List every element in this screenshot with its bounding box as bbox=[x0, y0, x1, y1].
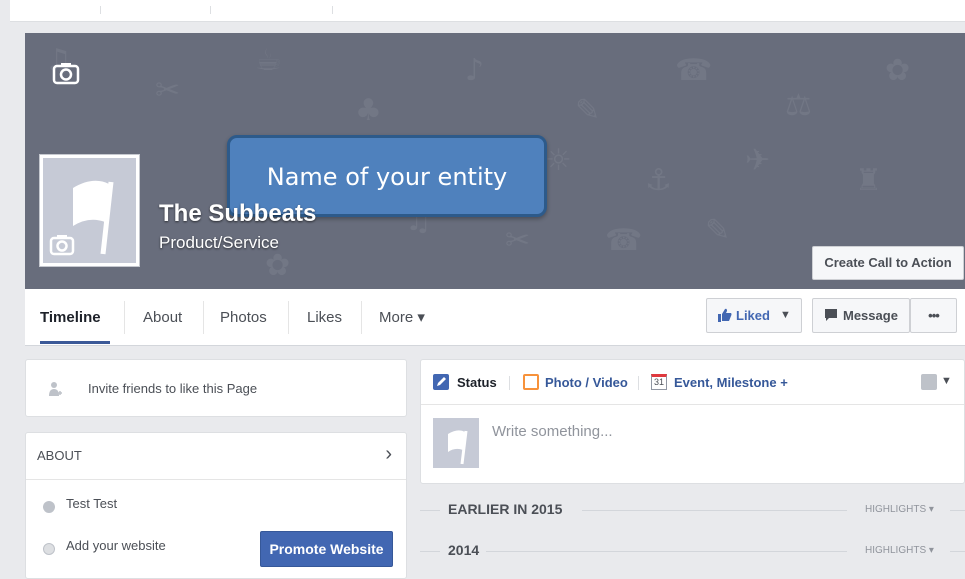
pattern-icon: ✈ bbox=[745, 143, 771, 178]
top-strip bbox=[10, 0, 965, 22]
pattern-icon: ♣ bbox=[355, 93, 382, 128]
timeline-section-earlier-2015[interactable]: EARLIER IN 2015 HIGHLIGHTS ▾ bbox=[420, 500, 965, 520]
photo-icon bbox=[523, 374, 539, 390]
pattern-icon: ♜ bbox=[855, 163, 882, 198]
chevron-down-icon: ▼ bbox=[780, 309, 791, 321]
tab-photo-video[interactable]: Photo / Video bbox=[545, 375, 628, 390]
tab-divider bbox=[288, 301, 289, 334]
pattern-icon: ☕ bbox=[255, 43, 282, 78]
tab-event-milestone[interactable]: Event, Milestone + bbox=[674, 375, 788, 390]
composer-divider bbox=[509, 376, 510, 390]
add-friend-icon bbox=[49, 382, 62, 396]
top-strip-divider bbox=[100, 6, 101, 14]
post-type-icon[interactable] bbox=[921, 374, 937, 390]
camera-icon[interactable] bbox=[51, 61, 81, 85]
tab-divider bbox=[124, 301, 125, 334]
message-button[interactable]: Message bbox=[812, 298, 910, 333]
chevron-down-icon[interactable]: ▼ bbox=[941, 375, 952, 387]
pattern-icon: ✂ bbox=[155, 73, 181, 108]
liked-label: Liked bbox=[736, 308, 770, 323]
pattern-icon: ☎ bbox=[605, 223, 643, 258]
post-composer: Status Photo / Video 31 Event, Milestone… bbox=[420, 359, 965, 484]
more-options-button[interactable]: ••• bbox=[910, 298, 957, 333]
divider-line bbox=[420, 551, 440, 552]
thumbs-up-icon bbox=[718, 308, 732, 322]
pencil-icon bbox=[433, 374, 449, 390]
divider-line bbox=[950, 551, 965, 552]
tab-more[interactable]: More ▾ bbox=[379, 289, 425, 346]
invite-text: Invite friends to like this Page bbox=[88, 381, 258, 396]
composer-input[interactable]: Write something... bbox=[492, 423, 613, 440]
divider-line bbox=[950, 510, 965, 511]
message-label: Message bbox=[843, 308, 898, 323]
pattern-icon: ✂ bbox=[505, 223, 531, 258]
pattern-icon: ✎ bbox=[705, 213, 731, 248]
page-name: The Subbeats bbox=[159, 200, 317, 227]
tab-likes[interactable]: Likes bbox=[307, 289, 342, 346]
website-icon bbox=[43, 543, 55, 555]
pattern-icon: ✎ bbox=[575, 93, 601, 128]
flag-icon bbox=[448, 430, 468, 465]
timeline-section-2014[interactable]: 2014 HIGHLIGHTS ▾ bbox=[420, 541, 965, 561]
composer-tabs: Status Photo / Video 31 Event, Milestone… bbox=[421, 360, 964, 405]
add-website-link[interactable]: Add your website bbox=[66, 538, 166, 553]
page-category: Product/Service bbox=[159, 233, 279, 252]
chevron-right-icon[interactable]: › bbox=[385, 443, 392, 466]
promote-website-button[interactable]: Promote Website bbox=[260, 531, 393, 567]
pattern-icon: ⚓ bbox=[645, 163, 672, 198]
tab-divider bbox=[203, 301, 204, 334]
divider-line bbox=[486, 551, 847, 552]
about-item-name: Test Test bbox=[66, 496, 118, 511]
tab-about[interactable]: About bbox=[143, 289, 182, 346]
pattern-icon: ☎ bbox=[675, 53, 713, 88]
pattern-icon: ✿ bbox=[265, 248, 291, 283]
timeline-section-label: EARLIER IN 2015 bbox=[448, 501, 563, 517]
create-call-to-action-button[interactable]: Create Call to Action bbox=[812, 246, 964, 280]
tab-divider bbox=[361, 301, 362, 334]
tab-photos[interactable]: Photos bbox=[220, 289, 267, 346]
about-title: ABOUT bbox=[37, 448, 82, 463]
tab-status[interactable]: Status bbox=[457, 375, 497, 390]
highlights-dropdown[interactable]: HIGHLIGHTS ▾ bbox=[865, 504, 934, 515]
highlights-dropdown[interactable]: HIGHLIGHTS ▾ bbox=[865, 545, 934, 556]
pattern-icon: ✿ bbox=[885, 53, 911, 88]
pattern-icon: ☼ bbox=[545, 143, 572, 178]
camera-icon[interactable] bbox=[49, 234, 75, 256]
divider-line bbox=[420, 510, 440, 511]
message-icon bbox=[825, 309, 837, 321]
user-avatar bbox=[433, 418, 479, 468]
invite-friends-card[interactable]: Invite friends to like this Page bbox=[25, 359, 407, 417]
profile-picture[interactable] bbox=[39, 154, 140, 267]
pattern-icon: ♪ bbox=[465, 53, 485, 88]
info-icon bbox=[43, 501, 55, 513]
timeline-section-label: 2014 bbox=[448, 542, 480, 558]
composer-divider bbox=[638, 376, 639, 390]
tab-timeline[interactable]: Timeline bbox=[40, 289, 110, 346]
liked-button[interactable]: Liked ▼ bbox=[706, 298, 802, 333]
pattern-icon: ⚖ bbox=[785, 88, 812, 123]
top-strip-divider bbox=[210, 6, 211, 14]
about-header[interactable]: ABOUT › bbox=[26, 433, 406, 480]
calendar-icon: 31 bbox=[651, 374, 667, 390]
divider-line bbox=[582, 510, 847, 511]
top-strip-divider bbox=[332, 6, 333, 14]
